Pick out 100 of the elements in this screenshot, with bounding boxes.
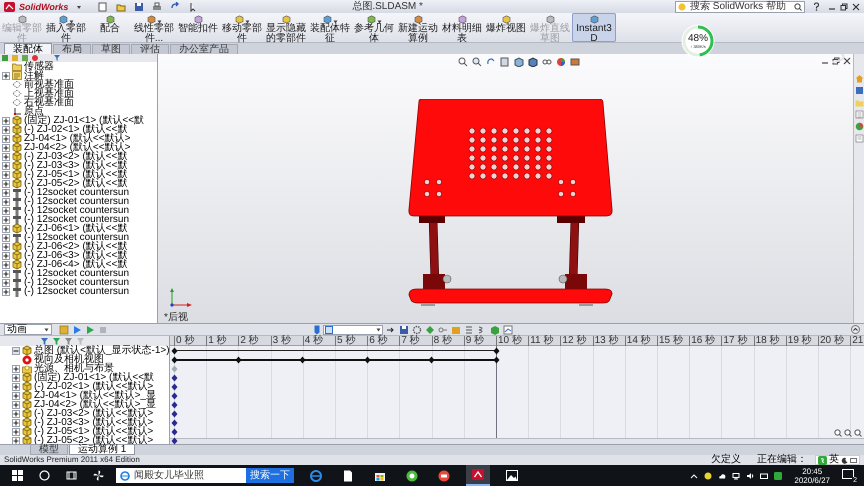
- close-icon[interactable]: [843, 57, 851, 65]
- expand-icon[interactable]: [2, 162, 10, 170]
- zoom-icon[interactable]: [472, 57, 482, 67]
- expand-icon[interactable]: [12, 392, 20, 400]
- list-icon[interactable]: [854, 110, 864, 119]
- tree-item[interactable]: (-) ZJ-03<3> (默认<<默: [24, 161, 128, 170]
- tree-item[interactable]: ZJ-04<2> (默认<<默认>_显: [34, 400, 156, 409]
- ime-toolbar[interactable]: 英: [815, 455, 860, 465]
- expand-icon[interactable]: [2, 234, 10, 242]
- expand-icon[interactable]: [2, 188, 10, 196]
- tree-item[interactable]: 右视基准面: [24, 98, 74, 107]
- tree-item[interactable]: (-) 12socket countersun: [24, 233, 130, 242]
- speaker-icon[interactable]: [746, 472, 754, 480]
- keyframe-icon[interactable]: [428, 356, 436, 364]
- study-tab[interactable]: 运动算例 1: [69, 445, 136, 455]
- search-field[interactable]: 闻殿女儿毕业照: [116, 468, 246, 483]
- expand-icon[interactable]: [12, 400, 20, 408]
- expand-icon[interactable]: [2, 216, 10, 224]
- tree-item[interactable]: (-) 12socket countersun: [24, 287, 130, 296]
- expand-icon[interactable]: [12, 418, 20, 426]
- command-tab[interactable]: 布局: [53, 44, 91, 54]
- tree-item[interactable]: (-) ZJ-02<1> (默认<<默: [24, 125, 128, 134]
- close-icon[interactable]: [852, 2, 860, 10]
- clock-date[interactable]: 2020/6/27: [794, 476, 830, 484]
- expand-icon[interactable]: [2, 278, 10, 286]
- scene-icon[interactable]: [570, 57, 580, 67]
- tree-item[interactable]: ZJ-04<2> (默认<<默认>: [24, 143, 130, 152]
- zoom-icon[interactable]: [834, 429, 842, 437]
- list-icon[interactable]: [854, 134, 864, 143]
- tree-item[interactable]: 视向及相机视图: [34, 355, 104, 364]
- keyframe-icon[interactable]: [234, 356, 242, 364]
- tree-item[interactable]: 原点: [24, 107, 44, 116]
- tree-item[interactable]: 前视基准面: [24, 80, 74, 89]
- tree-item[interactable]: (-) ZJ-06<4> (默认<<默: [24, 260, 128, 269]
- tree-item[interactable]: (-) ZJ-03<2> (默认<<默认>: [34, 409, 154, 418]
- clock-time[interactable]: 20:45: [802, 466, 822, 476]
- ime-logo-icon[interactable]: [774, 472, 782, 480]
- tree-item[interactable]: (-) ZJ-05<2> (默认<<默: [24, 179, 128, 188]
- expand-icon[interactable]: [2, 270, 10, 278]
- tree-item[interactable]: (-) 12socket countersun: [24, 188, 130, 197]
- list-icon[interactable]: [464, 324, 474, 334]
- file-icon[interactable]: [342, 470, 354, 482]
- tree-item[interactable]: (-) ZJ-03<2> (默认<<默: [24, 152, 128, 161]
- expand-icon[interactable]: [2, 242, 10, 250]
- pinwheel-icon[interactable]: [93, 470, 104, 481]
- ribbon-button[interactable]: 参考几何体: [352, 13, 396, 42]
- sphere-icon[interactable]: [31, 54, 39, 62]
- expand-icon[interactable]: [2, 116, 10, 124]
- expand-icon[interactable]: [2, 224, 10, 232]
- tree-item[interactable]: (固定) ZJ-01<1> (默认<<默: [34, 373, 154, 382]
- image-icon[interactable]: [506, 470, 518, 481]
- tree-item[interactable]: (-) 12socket countersun: [24, 197, 130, 206]
- edge-icon[interactable]: [310, 470, 322, 482]
- rotate-icon[interactable]: [486, 57, 496, 67]
- notification-icon[interactable]: [842, 469, 854, 480]
- expand-icon[interactable]: [12, 374, 20, 382]
- ribbon-button[interactable]: 爆炸视图: [484, 13, 528, 42]
- tree-item[interactable]: ZJ-04<1> (默认<<默认>: [24, 134, 130, 143]
- expand-icon[interactable]: [2, 152, 10, 160]
- taskbar-app-button[interactable]: [466, 465, 490, 486]
- ime-mode[interactable]: 英: [829, 455, 839, 465]
- tray-app-icon[interactable]: [704, 472, 712, 480]
- color-wheel-icon[interactable]: [854, 122, 864, 131]
- moon-icon[interactable]: [841, 456, 848, 464]
- caret-icon[interactable]: [690, 472, 698, 480]
- zoom-icon[interactable]: [854, 429, 862, 437]
- gear-icon[interactable]: [412, 324, 422, 334]
- collapse-icon[interactable]: [12, 346, 20, 354]
- glasses-icon[interactable]: [542, 57, 552, 67]
- printer-icon[interactable]: [152, 2, 162, 12]
- new-document-icon[interactable]: [98, 2, 108, 12]
- zoom-icon[interactable]: [458, 57, 468, 67]
- ribbon-button[interactable]: 新建运动算例: [396, 13, 440, 42]
- command-tab[interactable]: 评估: [131, 44, 169, 54]
- tree-item[interactable]: 上视基准面: [24, 89, 74, 98]
- tree-item[interactable]: (-) 12socket countersun: [24, 269, 130, 278]
- expand-icon[interactable]: [2, 126, 10, 134]
- search-icon[interactable]: [794, 2, 802, 10]
- keyframe-icon[interactable]: [364, 356, 371, 364]
- chart-icon[interactable]: [503, 324, 513, 334]
- command-tab[interactable]: 装配体: [4, 43, 52, 54]
- expand-icon[interactable]: [2, 198, 10, 206]
- tree-icon[interactable]: [1, 54, 9, 62]
- expand-icon[interactable]: [2, 252, 10, 260]
- study-tab[interactable]: 模型: [30, 445, 68, 455]
- expand-icon[interactable]: [2, 180, 10, 188]
- task-view-icon[interactable]: [66, 470, 77, 481]
- marker-icon[interactable]: [314, 324, 320, 334]
- search-button[interactable]: 搜索一下: [246, 468, 294, 483]
- tree-item[interactable]: (-) 12socket countersun: [24, 206, 130, 215]
- dot-icon[interactable]: [406, 470, 418, 482]
- zoom-icon[interactable]: [844, 429, 852, 437]
- tree-item[interactable]: (-) ZJ-06<2> (默认<<默: [24, 242, 128, 251]
- expand-icon[interactable]: [2, 134, 10, 142]
- expand-icon[interactable]: [2, 144, 10, 152]
- tree-item[interactable]: (固定) ZJ-01<1> (默认<<默: [24, 116, 144, 125]
- expand-icon[interactable]: [2, 72, 10, 80]
- command-tab[interactable]: 办公室产品: [170, 44, 238, 54]
- tree-item[interactable]: (-) ZJ-06<1> (默认<<默: [24, 224, 128, 233]
- ribbon-button[interactable]: 配合: [88, 13, 132, 42]
